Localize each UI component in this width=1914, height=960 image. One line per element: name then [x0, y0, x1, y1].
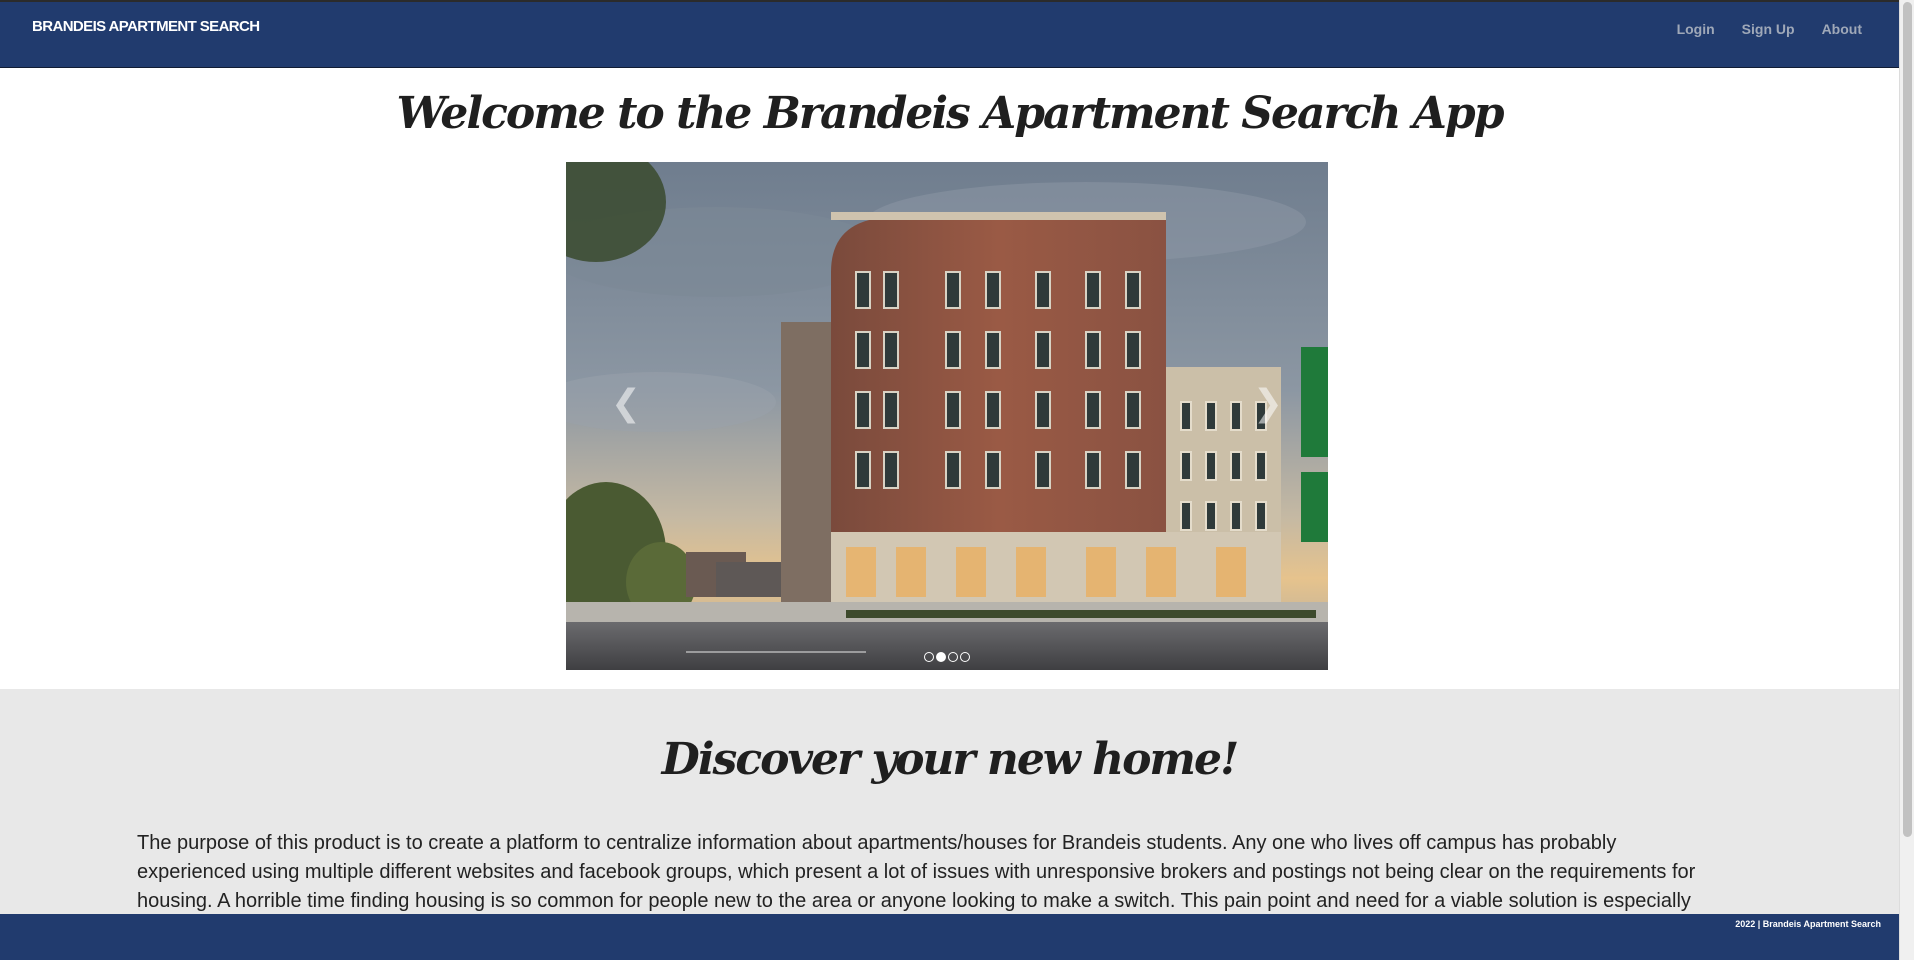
scrollbar-thumb[interactable] — [1903, 2, 1912, 837]
footer-copyright: 2022 | Brandeis Apartment Search — [1735, 919, 1881, 929]
chevron-right-icon: ❯ — [1252, 383, 1284, 424]
login-link[interactable]: Login — [1677, 21, 1715, 37]
hero-section: Welcome to the Brandeis Apartment Search… — [0, 68, 1899, 689]
carousel-indicator-3[interactable] — [948, 652, 958, 662]
about-link[interactable]: About — [1822, 21, 1862, 37]
carousel-indicators — [566, 652, 1328, 662]
discover-section: Discover your new home! The purpose of t… — [0, 689, 1899, 941]
image-carousel: ❮ ❯ — [566, 162, 1328, 670]
carousel-prev-button[interactable]: ❮ — [608, 384, 644, 424]
carousel-indicator-2[interactable] — [936, 652, 946, 662]
brand-link[interactable]: BRANDEIS APARTMENT SEARCH — [32, 18, 260, 35]
carousel-indicator-1[interactable] — [924, 652, 934, 662]
navbar: BRANDEIS APARTMENT SEARCH Login Sign Up … — [0, 0, 1899, 68]
discover-title: Discover your new home! — [661, 734, 1240, 785]
carousel-image — [566, 162, 1328, 670]
carousel-next-button[interactable]: ❯ — [1250, 384, 1286, 424]
carousel-indicator-4[interactable] — [960, 652, 970, 662]
page-title: Welcome to the Brandeis Apartment Search… — [396, 88, 1505, 139]
nav-links: Login Sign Up About — [1677, 21, 1862, 37]
chevron-left-icon: ❮ — [610, 383, 642, 424]
vertical-scrollbar[interactable] — [1899, 0, 1914, 960]
sign-up-link[interactable]: Sign Up — [1742, 21, 1795, 37]
footer: 2022 | Brandeis Apartment Search — [0, 914, 1899, 960]
